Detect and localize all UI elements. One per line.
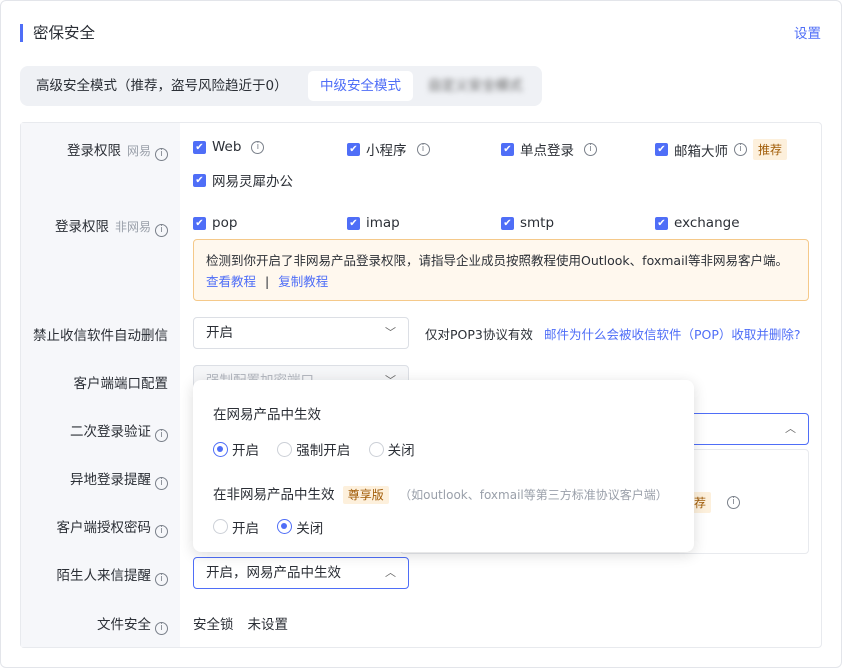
info-icon[interactable]: i <box>416 142 430 156</box>
copy-tutorial-link[interactable]: 复制教程 <box>278 274 328 289</box>
note: （如outlook、foxmail等第三方标准协议客户端） <box>399 487 668 502</box>
radio-label: 开启 <box>232 520 259 537</box>
radio-force[interactable]: 强制开启 <box>277 439 350 459</box>
recommend-tag: 推荐 <box>753 139 788 160</box>
info-icon[interactable]: i <box>155 224 168 237</box>
chevron-down-icon: ﹀ <box>385 326 396 339</box>
checkbox-sso[interactable]: ✔ 单点登录 i <box>501 139 597 159</box>
check-icon: ✔ <box>655 143 668 156</box>
hint-text: 仅对POP3协议有效 <box>425 327 533 342</box>
label-sub: 非网易 <box>114 220 151 234</box>
radio-off-2[interactable]: 关闭 <box>277 517 323 537</box>
label: 异地登录提醒 <box>70 472 151 488</box>
chevron-up-icon: ︿ <box>785 422 796 435</box>
label: 二次登录验证 <box>70 424 151 440</box>
mode-segmented: 高级安全模式（推荐，盗号风险趋近于0） 中级安全模式 自定义安全模式 <box>20 66 542 106</box>
radio-label: 开启 <box>232 443 259 459</box>
section-title: 在非网易产品中生效 <box>213 486 335 503</box>
info-icon[interactable]: i <box>251 140 265 154</box>
cb-label: smtp <box>520 215 555 231</box>
cb-label: 邮箱大师 <box>674 143 728 160</box>
stranger-popup: 在网易产品中生效 开启 强制开启 关闭 在非网易产品中生效 尊享版 （如outl… <box>193 380 694 552</box>
info-icon[interactable]: i <box>155 525 168 538</box>
info-icon[interactable]: i <box>155 622 168 635</box>
info-icon[interactable]: i <box>155 573 168 586</box>
stranger-select[interactable]: 开启，网易产品中生效 ︿ <box>193 557 409 589</box>
check-icon: ✔ <box>655 216 668 230</box>
mode-medium[interactable]: 中级安全模式 <box>308 71 413 101</box>
label: 登录权限 <box>66 143 121 159</box>
check-icon: ✔ <box>193 173 206 187</box>
cb-label: imap <box>366 215 400 231</box>
check-icon: ✔ <box>347 216 360 230</box>
page-title: 密保安全 <box>20 24 95 42</box>
checkbox-imap[interactable]: ✔ imap <box>347 215 400 231</box>
lock-label: 安全锁 <box>193 617 234 633</box>
radio-enable-2[interactable]: 开启 <box>213 517 259 537</box>
auto-delete-select[interactable]: 开启 ﹀ <box>193 317 409 349</box>
cb-label: 网易灵犀办公 <box>212 174 293 190</box>
cb-label: 小程序 <box>366 143 407 159</box>
info-icon[interactable]: i <box>727 496 740 509</box>
radio-enable[interactable]: 开启 <box>213 439 259 459</box>
checkbox-exchange[interactable]: ✔ exchange <box>655 215 740 231</box>
premium-tag: 尊享版 <box>342 485 389 504</box>
label: 禁止收信软件自动删信 <box>33 328 168 344</box>
radio-label: 关闭 <box>387 443 415 459</box>
cb-label: 单点登录 <box>520 143 574 159</box>
label-sub: 网易 <box>126 144 151 158</box>
check-icon: ✔ <box>193 140 206 154</box>
check-icon: ✔ <box>501 216 514 230</box>
notice-text: 检测到你开启了非网易产品登录权限，请指导企业成员按照教程使用Outlook、fo… <box>206 253 789 268</box>
view-tutorial-link[interactable]: 查看教程 <box>206 274 256 289</box>
checkbox-web[interactable]: ✔ Web i <box>193 139 265 155</box>
separator: | <box>265 274 270 289</box>
radio-label: 关闭 <box>296 520 324 537</box>
pop-delete-link[interactable]: 邮件为什么会被收信软件（POP）收取并删除? <box>544 324 801 343</box>
info-icon[interactable]: i <box>584 142 597 156</box>
label: 文件安全 <box>97 617 151 633</box>
section-title: 在网易产品中生效 <box>213 407 321 423</box>
cb-label: exchange <box>674 215 740 231</box>
info-icon[interactable]: i <box>155 429 168 442</box>
check-icon: ✔ <box>347 142 360 156</box>
checkbox-lingxi[interactable]: ✔ 网易灵犀办公 <box>193 170 293 190</box>
info-icon[interactable]: i <box>734 143 747 156</box>
info-icon[interactable]: i <box>155 477 168 490</box>
check-icon: ✔ <box>501 142 514 156</box>
checkbox-smtp[interactable]: ✔ smtp <box>501 215 554 231</box>
label: 登录权限 <box>54 219 109 235</box>
checkbox-miniprogram[interactable]: ✔ 小程序 i <box>347 139 430 159</box>
radio-label: 强制开启 <box>296 443 351 459</box>
mode-high[interactable]: 高级安全模式（推荐，盗号风险趋近于0） <box>24 71 300 101</box>
info-icon[interactable]: i <box>155 148 168 161</box>
label: 客户端端口配置 <box>73 376 169 392</box>
check-icon: ✔ <box>193 216 206 230</box>
select-value: 开启 <box>206 325 233 341</box>
radio-off[interactable]: 关闭 <box>368 439 415 459</box>
label: 客户端授权密码 <box>56 520 152 536</box>
checkbox-pop[interactable]: ✔ pop <box>193 215 237 231</box>
select-value: 开启，网易产品中生效 <box>206 565 341 581</box>
settings-link[interactable]: 设置 <box>794 22 821 42</box>
checkbox-master[interactable]: ✔ 邮箱大师 i 推荐 <box>655 139 788 160</box>
label: 陌生人来信提醒 <box>56 568 152 584</box>
cb-label: pop <box>212 215 238 231</box>
chevron-up-icon: ︿ <box>385 566 396 579</box>
cb-label: Web <box>212 139 242 155</box>
lock-status: 未设置 <box>247 617 289 633</box>
notice-box: 检测到你开启了非网易产品登录权限，请指导企业成员按照教程使用Outlook、fo… <box>193 239 809 301</box>
mode-custom[interactable]: 自定义安全模式 <box>416 71 535 101</box>
